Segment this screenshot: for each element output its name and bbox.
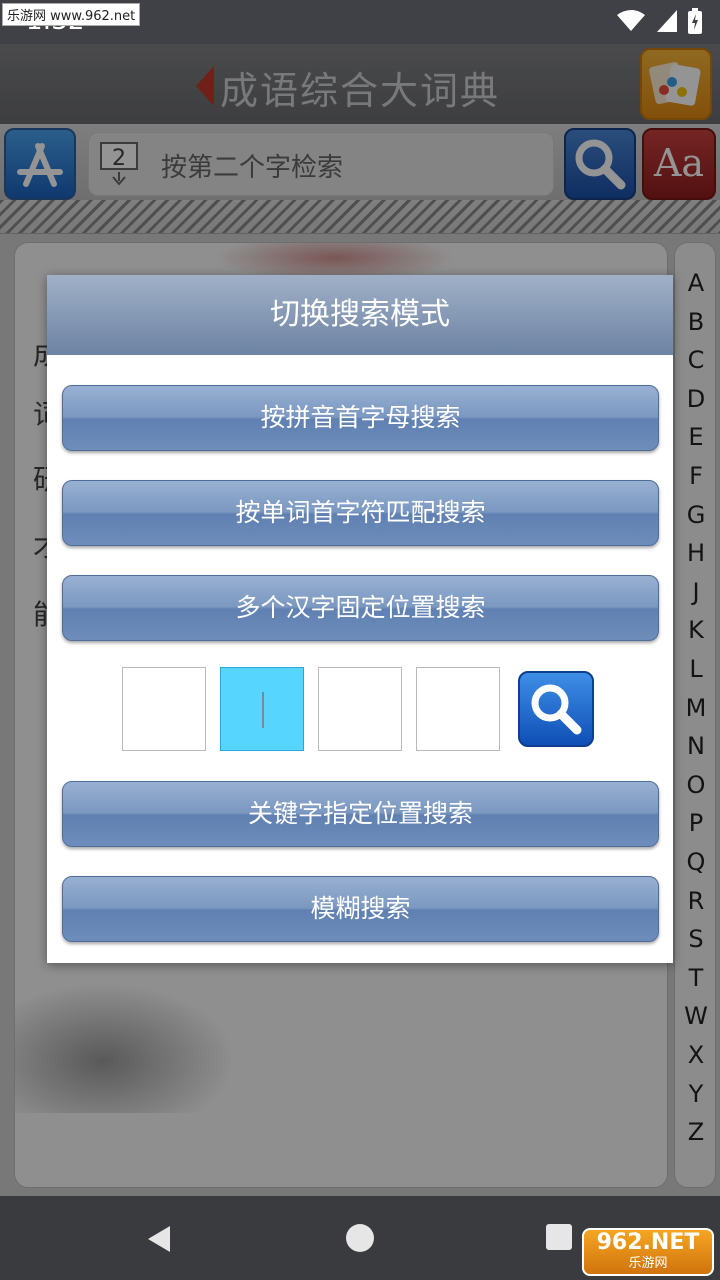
text-caret	[262, 692, 264, 728]
watermark-logo: 962.NET 乐游网	[582, 1228, 714, 1276]
navigation-bar: 962.NET 乐游网	[0, 1196, 720, 1280]
status-icons	[616, 8, 702, 34]
keyword-position-search-button[interactable]: 关键字指定位置搜索	[62, 781, 659, 847]
back-icon[interactable]	[146, 1224, 172, 1254]
char-position-box-1[interactable]	[122, 667, 206, 751]
char-position-box-3[interactable]	[318, 667, 402, 751]
search-mode-dialog: 切换搜索模式 按拼音首字母搜索 按单词首字符匹配搜索 多个汉字固定位置搜索 关键…	[47, 275, 673, 963]
search-icon	[531, 684, 582, 735]
watermark-brand: 962.NET	[596, 1230, 700, 1255]
pinyin-initials-search-button[interactable]: 按拼音首字母搜索	[62, 385, 659, 451]
home-icon[interactable]	[346, 1224, 374, 1252]
status-bar: 1:32 乐游网 www.962.net	[0, 0, 720, 44]
watermark-sub: 乐游网	[628, 1256, 668, 1271]
watermark-label: 乐游网 www.962.net	[2, 3, 141, 26]
signal-icon	[657, 10, 677, 32]
fuzzy-search-button[interactable]: 模糊搜索	[62, 876, 659, 942]
battery-icon	[688, 8, 702, 34]
recent-apps-icon[interactable]	[546, 1224, 572, 1250]
char-position-box-4[interactable]	[416, 667, 500, 751]
first-character-match-search-button[interactable]: 按单词首字符匹配搜索	[62, 480, 659, 546]
char-position-box-2[interactable]	[220, 667, 304, 751]
wifi-icon	[617, 10, 645, 31]
dialog-title: 切换搜索模式	[47, 275, 673, 355]
fixed-position-search-button[interactable]: 多个汉字固定位置搜索	[62, 575, 659, 641]
fixed-position-search-submit-button[interactable]	[518, 671, 594, 747]
